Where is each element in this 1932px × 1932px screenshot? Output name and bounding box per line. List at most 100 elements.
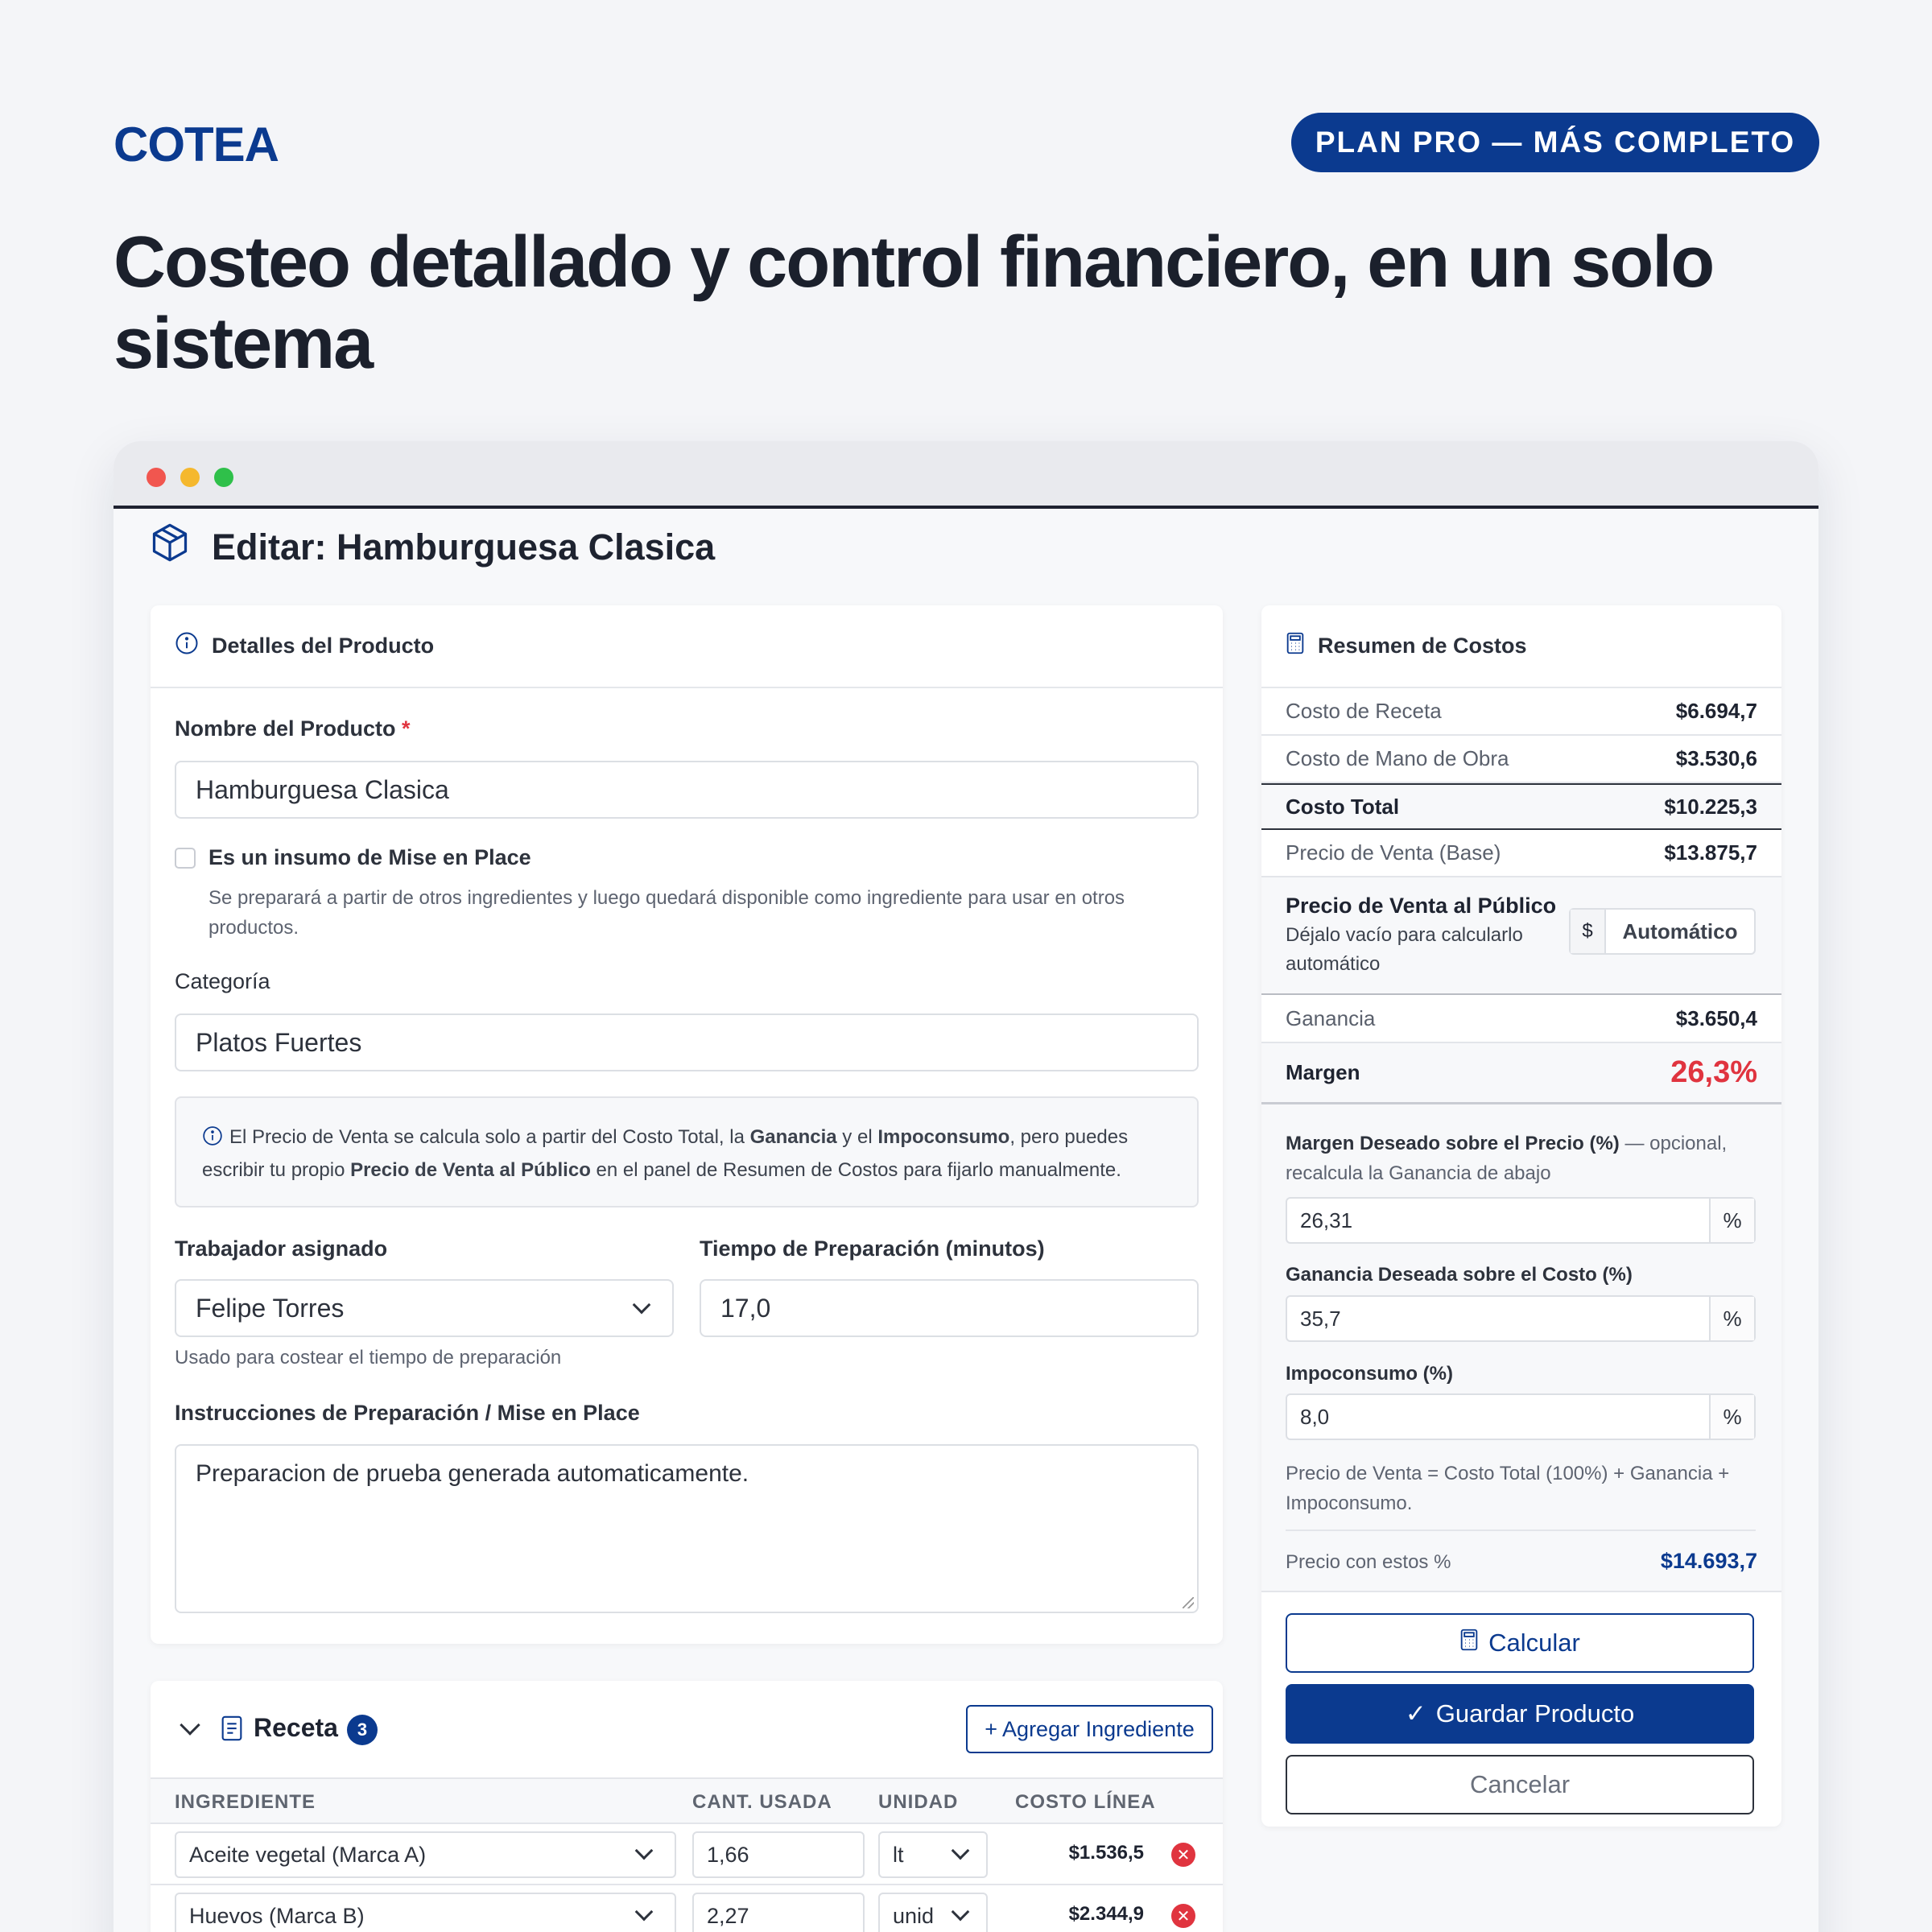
chevron-down-icon [632, 1295, 651, 1315]
base-price-value: $13.875,7 [1664, 840, 1757, 865]
qty-input[interactable]: 1,66 [692, 1831, 865, 1878]
desired-margin-input[interactable]: 26,31% [1286, 1197, 1756, 1244]
recipe-card: Receta 3 + Agregar Ingrediente INGREDIEN… [151, 1681, 1223, 1932]
prep-time-input[interactable]: 17,0 [700, 1279, 1199, 1337]
unit-select[interactable]: lt [878, 1831, 988, 1878]
percent-suffix: % [1709, 1199, 1754, 1242]
desired-profit-label: Ganancia Deseada sobre el Costo (%) [1286, 1264, 1633, 1286]
ingredient-value: Aceite vegetal (Marca A) [189, 1842, 427, 1867]
col-unit: UNIDAD [878, 1791, 959, 1813]
delete-row-icon[interactable]: ✕ [1171, 1904, 1195, 1928]
category-input[interactable]: Platos Fuertes [175, 1013, 1199, 1071]
percent-suffix: % [1709, 1297, 1754, 1340]
box-icon [149, 522, 191, 572]
col-ingredient: INGREDIENTE [175, 1791, 316, 1813]
tax-value: 8,0 [1300, 1404, 1330, 1429]
info-box: El Precio de Venta se calcula solo a par… [175, 1096, 1199, 1208]
window-titlebar [114, 441, 1818, 509]
recipe-cost-value: $6.694,7 [1675, 699, 1757, 723]
ingredient-select[interactable]: Huevos (Marca B) [175, 1893, 676, 1932]
table-row: Huevos (Marca B) 2,27 unid $2.344,9 ✕ [151, 1885, 1223, 1932]
summary-row-recipe-cost: Costo de Receta $6.694,7 [1261, 688, 1781, 736]
desired-profit-input[interactable]: 35,7% [1286, 1295, 1756, 1342]
instructions-textarea[interactable]: Preparacion de prueba generada automatic… [175, 1444, 1199, 1613]
desired-profit-value: 35,7 [1300, 1306, 1341, 1331]
total-cost-value: $10.225,3 [1664, 794, 1757, 819]
line-cost: $1.536,5 [1068, 1842, 1144, 1864]
price-formula-text: Precio de Venta = Costo Total (100%) + G… [1286, 1463, 1730, 1514]
calculate-label: Calcular [1488, 1629, 1580, 1657]
product-details-header: Detalles del Producto [151, 605, 1223, 688]
product-name-label-text: Nombre del Producto [175, 716, 396, 741]
unit-value: unid [893, 1903, 935, 1928]
desired-margin-value: 26,31 [1300, 1208, 1353, 1232]
mise-checkbox-label[interactable]: Es un insumo de Mise en Place [208, 845, 531, 870]
list-icon [220, 1715, 244, 1746]
public-price-label: Precio de Venta al Público [1286, 894, 1557, 918]
maximize-window-dot[interactable] [214, 468, 233, 487]
close-window-dot[interactable] [147, 468, 166, 487]
chevron-down-icon [951, 1841, 970, 1860]
price-with-percent-label: Precio con estos % [1286, 1551, 1451, 1573]
minimize-window-dot[interactable] [180, 468, 200, 487]
chevron-down-icon [634, 1841, 654, 1860]
worker-label: Trabajador asignado [175, 1236, 388, 1261]
page-title: Editar: Hamburguesa Clasica [149, 522, 715, 572]
cost-summary-header: Resumen de Costos [1261, 605, 1781, 688]
cancel-button[interactable]: Cancelar [1286, 1755, 1754, 1814]
delete-row-icon[interactable]: ✕ [1171, 1843, 1195, 1867]
check-icon: ✓ [1405, 1699, 1426, 1728]
recipe-cost-label: Costo de Receta [1286, 699, 1442, 723]
price-with-percent-value: $14.693,7 [1660, 1549, 1757, 1573]
headline: Costeo detallado y control financiero, e… [114, 222, 1715, 384]
product-name-input[interactable]: Hamburguesa Clasica [175, 761, 1199, 819]
info-bold-ganancia: Ganancia [749, 1126, 837, 1148]
calculator-icon [1459, 1629, 1479, 1657]
info-icon [175, 631, 199, 661]
tax-input[interactable]: 8,0% [1286, 1393, 1756, 1440]
recipe-count-badge: 3 [347, 1715, 378, 1745]
summary-row-labor-cost: Costo de Mano de Obra $3.530,6 [1261, 736, 1781, 783]
summary-row-profit: Ganancia $3.650,4 [1261, 995, 1781, 1043]
qty-input[interactable]: 2,27 [692, 1893, 865, 1932]
public-price-help: Déjalo vacío para calcularlo automático [1286, 924, 1523, 975]
chevron-down-icon [951, 1902, 970, 1922]
table-row: Aceite vegetal (Marca A) 1,66 lt $1.536,… [151, 1824, 1223, 1885]
col-cost: COSTO LÍNEA [1015, 1791, 1156, 1813]
required-mark: * [402, 716, 411, 741]
calculate-button[interactable]: Calcular [1286, 1613, 1754, 1673]
summary-row-base-price: Precio de Venta (Base) $13.875,7 [1261, 830, 1781, 877]
info-text-1: El Precio de Venta se calcula solo a par… [229, 1126, 750, 1148]
app-window: Editar: Hamburguesa Clasica Detalles del… [114, 441, 1818, 1932]
collapse-chevron-icon[interactable] [180, 1715, 200, 1736]
info-text-2: y el [836, 1126, 878, 1148]
summary-row-margin: Margen 26,3% [1261, 1043, 1781, 1104]
instructions-text: Preparacion de prueba generada automatic… [196, 1460, 749, 1487]
save-label: Guardar Producto [1435, 1699, 1635, 1728]
tax-label: Impoconsumo (%) [1286, 1363, 1453, 1385]
page-title-text: Editar: Hamburguesa Clasica [212, 526, 716, 568]
percent-suffix: % [1709, 1395, 1754, 1439]
worker-select[interactable]: Felipe Torres [175, 1279, 674, 1337]
chevron-down-icon [634, 1902, 654, 1922]
ingredient-select[interactable]: Aceite vegetal (Marca A) [175, 1831, 676, 1878]
prep-time-label: Tiempo de Preparación (minutos) [700, 1236, 1045, 1261]
brand-logo: COTEA [114, 118, 279, 171]
product-details-title: Detalles del Producto [212, 634, 435, 658]
profit-label: Ganancia [1286, 1005, 1376, 1030]
resize-handle-icon[interactable] [1183, 1597, 1194, 1608]
cancel-label: Cancelar [1469, 1770, 1571, 1798]
info-box-icon [202, 1125, 223, 1155]
instructions-label: Instrucciones de Preparación / Mise en P… [175, 1401, 640, 1425]
save-product-button[interactable]: ✓ Guardar Producto [1286, 1684, 1754, 1744]
margin-label: Margen [1286, 1060, 1360, 1084]
mise-checkbox[interactable] [175, 848, 196, 869]
labor-cost-value: $3.530,6 [1675, 746, 1757, 770]
add-ingredient-button[interactable]: + Agregar Ingrediente [966, 1705, 1213, 1753]
summary-row-total-cost: Costo Total $10.225,3 [1261, 783, 1781, 830]
public-price-input[interactable]: $ Automático [1569, 908, 1756, 955]
info-bold-precio: Precio de Venta al Público [350, 1159, 591, 1181]
unit-select[interactable]: unid [878, 1893, 988, 1932]
col-qty: CANT. USADA [692, 1791, 832, 1813]
calculator-icon [1286, 632, 1305, 660]
